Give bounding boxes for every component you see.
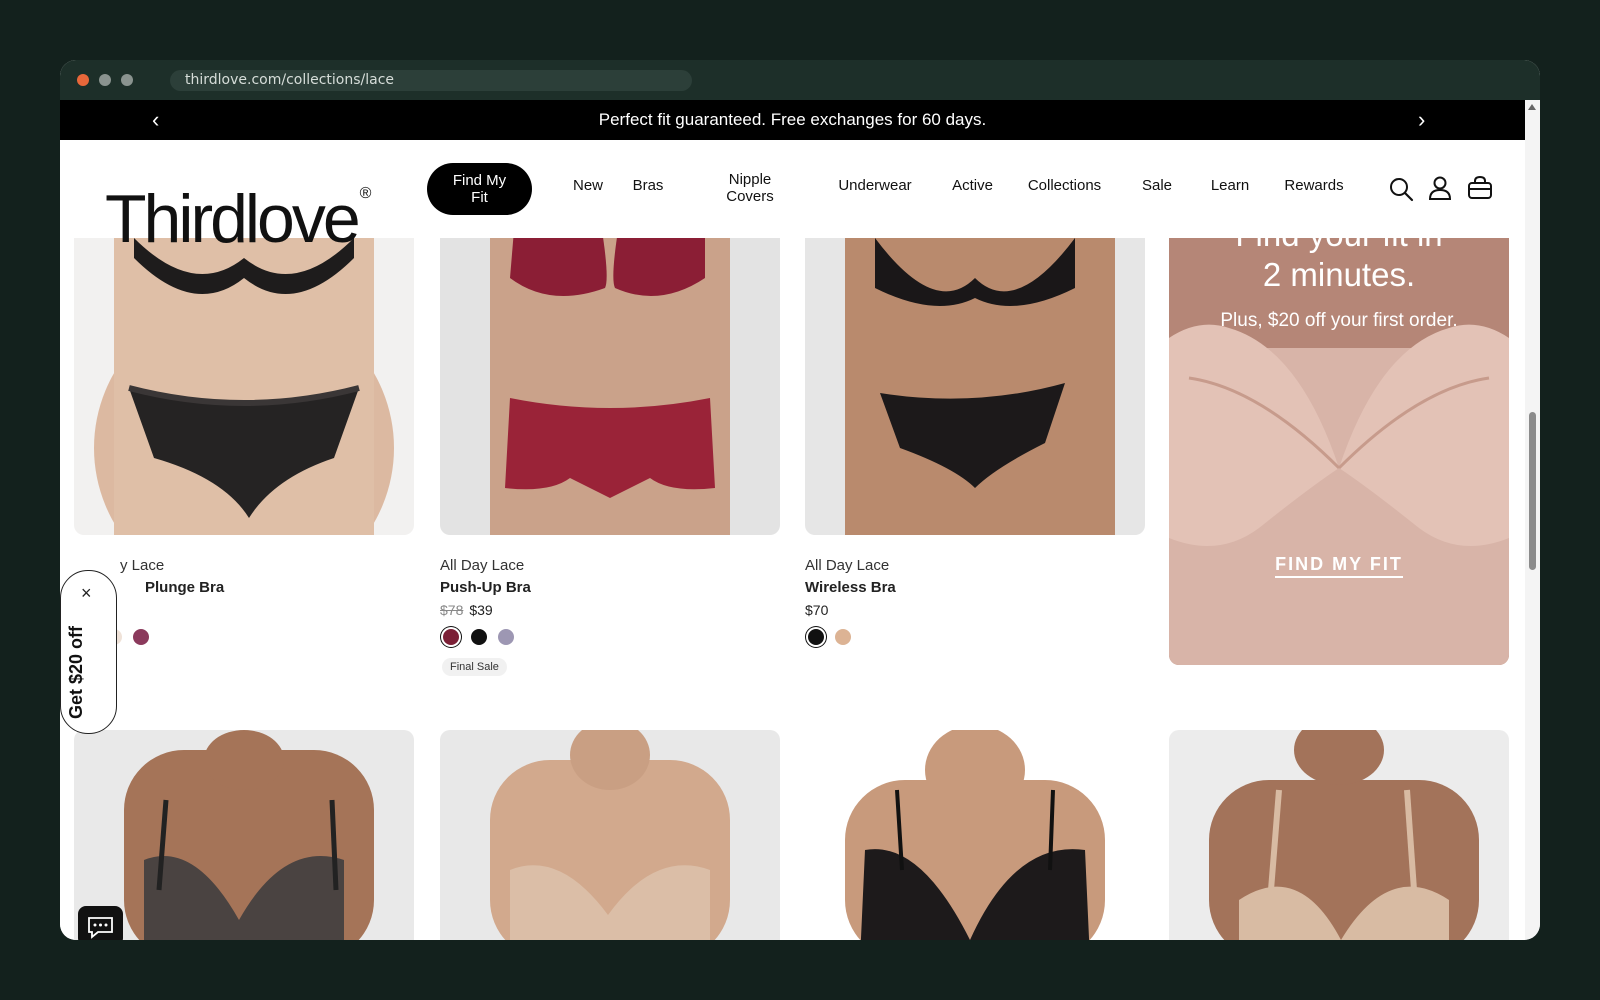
- account-icon[interactable]: [1428, 175, 1452, 201]
- announcement-text: Perfect fit guaranteed. Free exchanges f…: [598, 110, 987, 129]
- registered-mark: ®: [359, 185, 372, 202]
- color-swatch-black[interactable]: [471, 629, 487, 645]
- browser-titlebar: thirdlove.com/collections/lace: [60, 60, 1540, 100]
- promo-headline-2: 2 minutes.: [1262, 256, 1416, 293]
- promo-subtext: Plus, $20 off your first order.: [1220, 310, 1458, 331]
- product-grid: Find your fit in 2 minutes. Plus, $20 of…: [60, 238, 1525, 940]
- nav-bras[interactable]: Bras: [628, 177, 668, 194]
- sale-price: $39: [469, 602, 493, 618]
- promo-headline-1: Find your fit in: [1169, 238, 1509, 254]
- nav-learn[interactable]: Learn: [1205, 177, 1255, 194]
- nav-active[interactable]: Active: [945, 177, 1000, 194]
- product-name[interactable]: Wireless Bra: [805, 579, 896, 596]
- product-image[interactable]: [805, 730, 1145, 940]
- address-bar[interactable]: thirdlove.com/collections/lace: [170, 70, 692, 91]
- nav-underwear[interactable]: Underwear: [830, 177, 920, 194]
- original-price: $78: [440, 602, 464, 618]
- page-viewport: ‹ Perfect fit guaranteed. Free exchanges…: [60, 100, 1525, 940]
- find-my-fit-button[interactable]: Find My Fit: [427, 163, 532, 215]
- color-swatch-burgundy[interactable]: [443, 629, 459, 645]
- nav-rewards[interactable]: Rewards: [1279, 177, 1349, 194]
- site-logo[interactable]: Thirdlove ®: [105, 154, 371, 259]
- product-image[interactable]: [805, 238, 1145, 535]
- nav-new[interactable]: New: [563, 177, 613, 194]
- minimize-window-button[interactable]: [99, 74, 111, 86]
- announcement-bar: ‹ Perfect fit guaranteed. Free exchanges…: [60, 100, 1525, 140]
- product-collection: y Lace: [120, 557, 165, 574]
- nav-collections[interactable]: Collections: [1022, 177, 1107, 194]
- product-price: $78 $39: [440, 602, 493, 618]
- product-collection: All Day Lace: [440, 557, 525, 574]
- find-fit-promo[interactable]: Find your fit in 2 minutes. Plus, $20 of…: [1169, 238, 1509, 665]
- close-window-button[interactable]: [77, 74, 89, 86]
- logo-text: Thirdlove: [105, 181, 361, 257]
- product-price: $70: [805, 602, 829, 618]
- nav-sale[interactable]: Sale: [1137, 177, 1177, 194]
- scrollbar-thumb[interactable]: [1529, 412, 1536, 570]
- product-image[interactable]: [440, 238, 780, 535]
- product-image[interactable]: [440, 730, 780, 940]
- bag-icon[interactable]: [1467, 175, 1493, 201]
- site-header: Thirdlove ® Find My Fit New Bras Nipple Cov…: [60, 140, 1525, 257]
- search-icon[interactable]: [1388, 176, 1414, 202]
- discount-tab-label: Get $20 off: [66, 625, 86, 719]
- color-swatch-lavender[interactable]: [498, 629, 514, 645]
- final-sale-badge: Final Sale: [442, 658, 507, 676]
- product-image[interactable]: [74, 730, 414, 940]
- chat-button[interactable]: [78, 906, 123, 940]
- color-swatch-black[interactable]: [808, 629, 824, 645]
- product-collection: All Day Lace: [805, 557, 890, 574]
- chevron-right-icon[interactable]: ›: [1418, 100, 1425, 140]
- chat-icon: [88, 917, 113, 939]
- page-scrollbar[interactable]: [1525, 100, 1540, 940]
- color-swatch-tan[interactable]: [835, 629, 851, 645]
- browser-window: thirdlove.com/collections/lace ‹ Perfect…: [60, 60, 1540, 940]
- maximize-window-button[interactable]: [121, 74, 133, 86]
- scroll-up-arrow[interactable]: [1528, 104, 1536, 110]
- find-my-fit-link[interactable]: FIND MY FIT: [1169, 554, 1509, 578]
- color-swatch-plum[interactable]: [133, 629, 149, 645]
- product-image[interactable]: [1169, 730, 1509, 940]
- product-image[interactable]: [74, 238, 414, 535]
- nav-nipple-covers[interactable]: Nipple Covers: [715, 171, 785, 205]
- product-name[interactable]: Plunge Bra: [145, 579, 224, 596]
- product-name[interactable]: Push-Up Bra: [440, 579, 531, 596]
- find-my-fit-link-label: FIND MY FIT: [1275, 554, 1403, 578]
- discount-tab[interactable]: × Get $20 off: [60, 570, 117, 734]
